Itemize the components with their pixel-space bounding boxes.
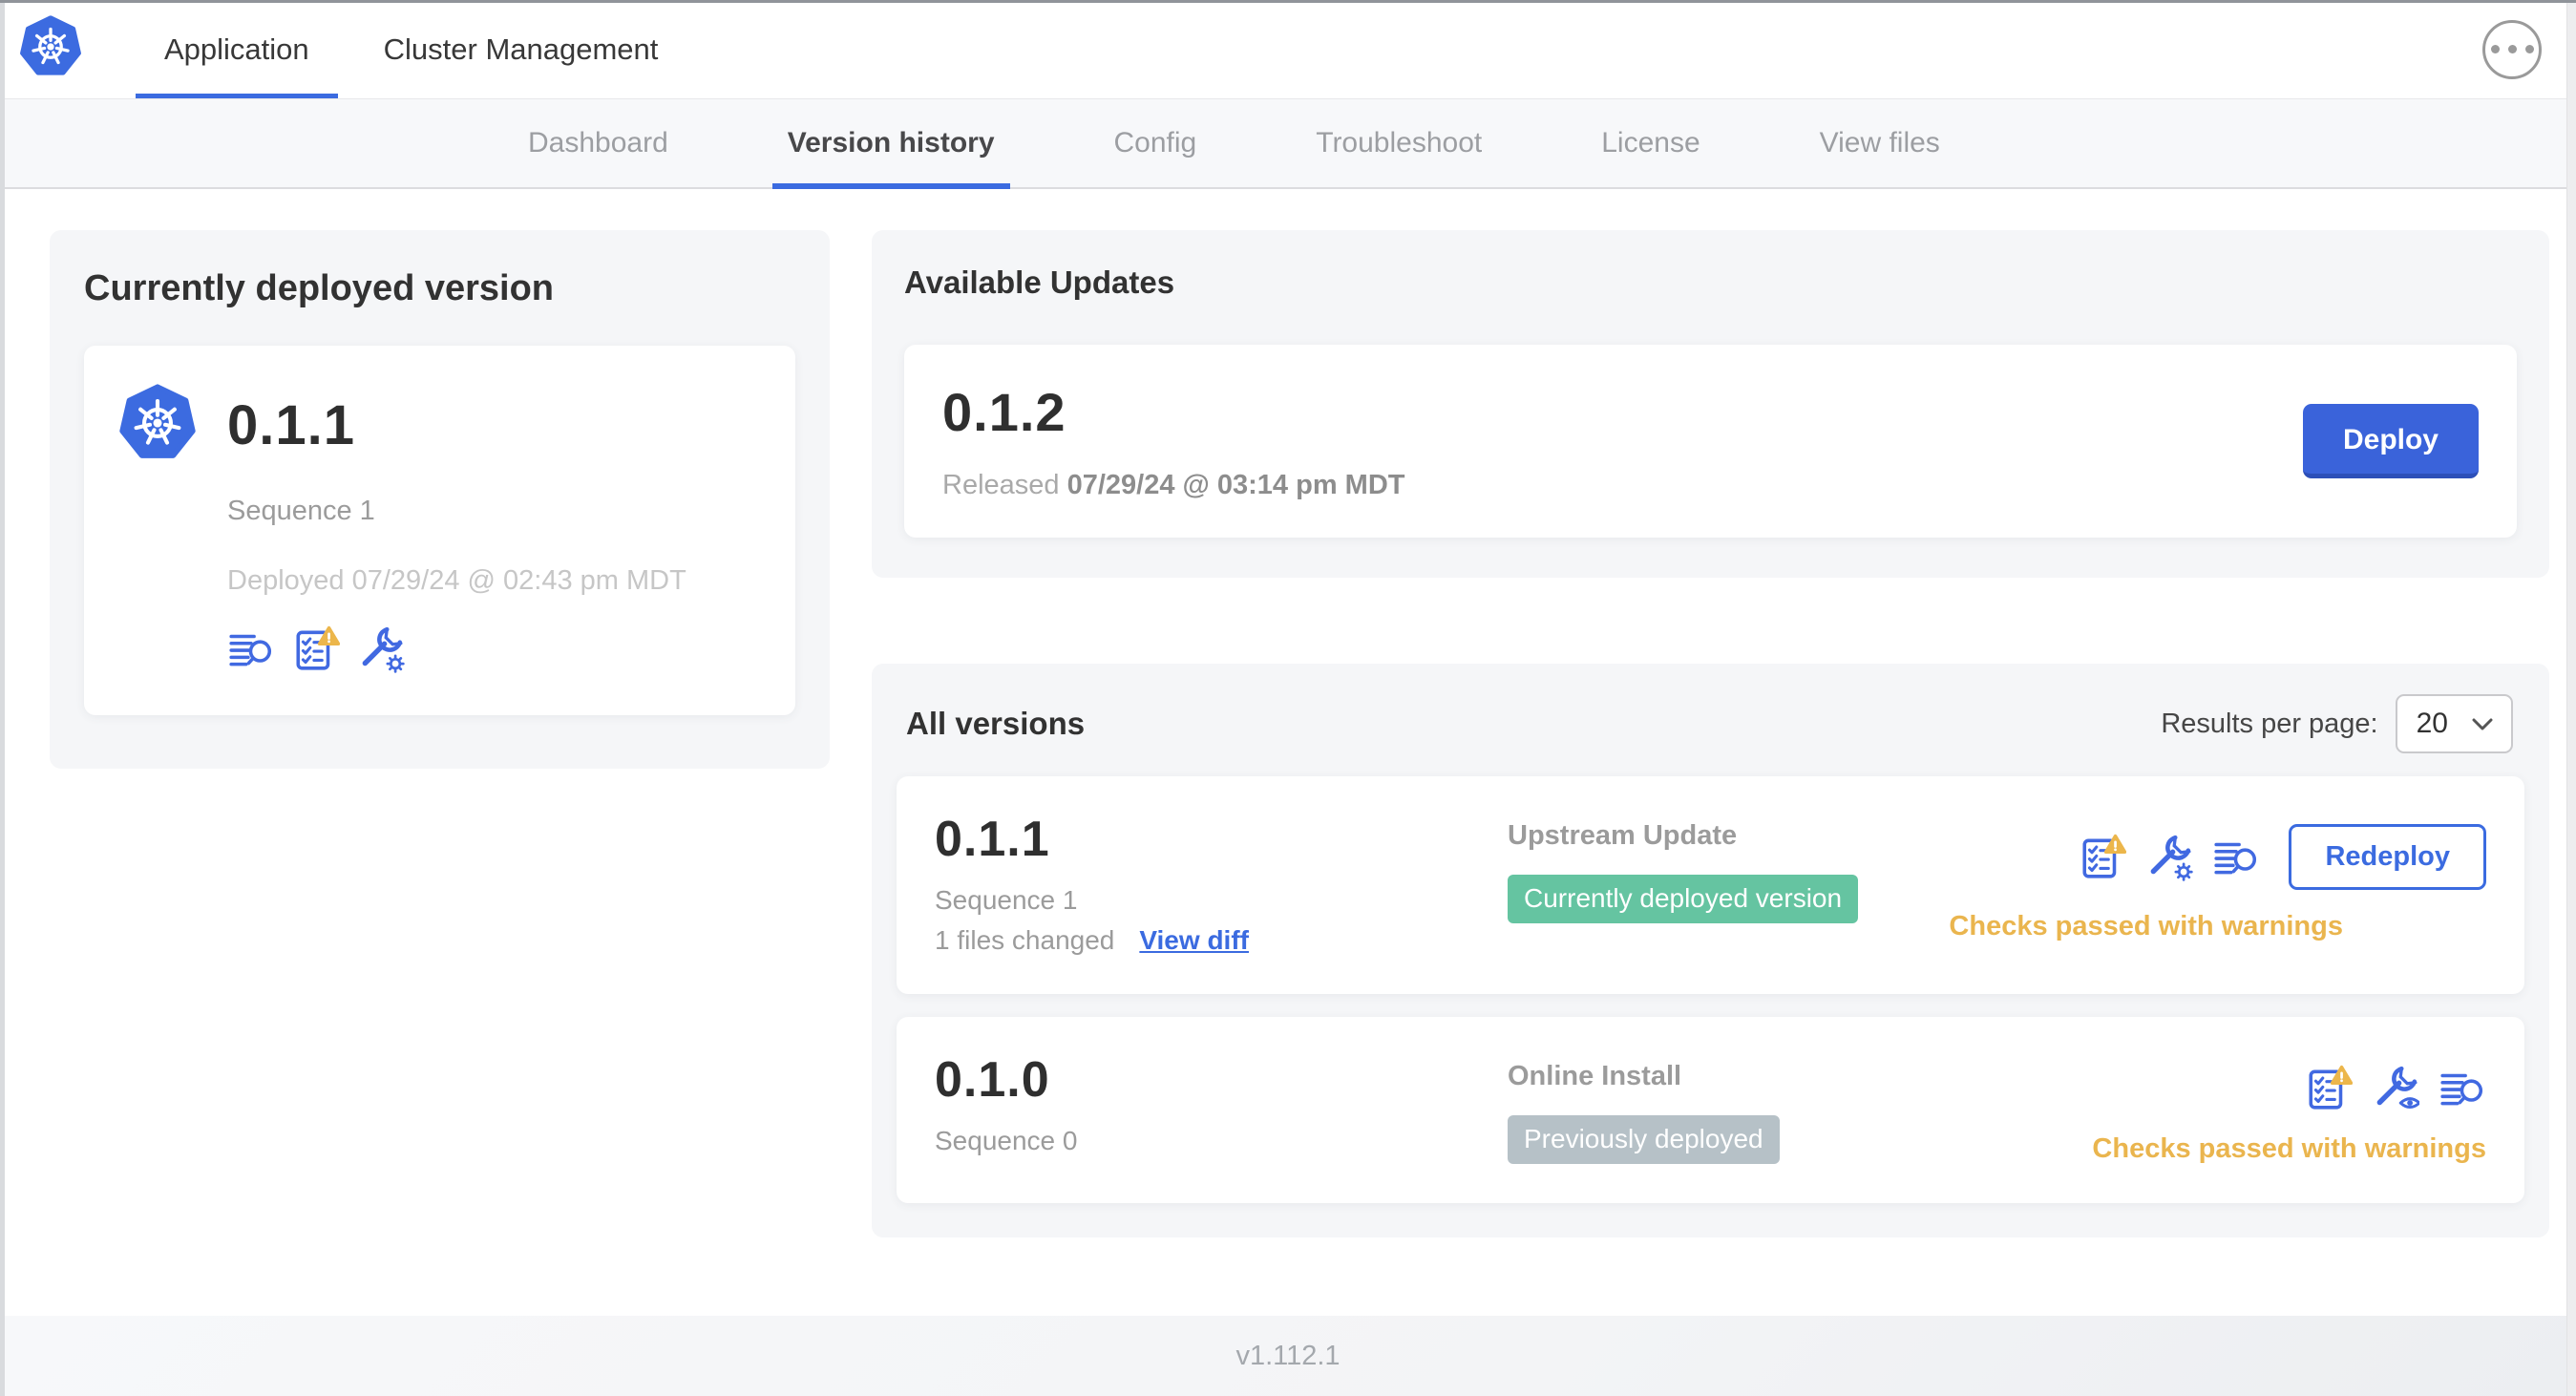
current-version-actions [227, 625, 761, 673]
current-version-title: Currently deployed version [84, 268, 555, 308]
version-row-0-1-0: 0.1.0 Sequence 0 Online Install Previous… [897, 1017, 2524, 1203]
available-updates-title: Available Updates [904, 264, 1175, 300]
subnav-tab-license[interactable]: License [1586, 99, 1715, 187]
kubernetes-app-icon [118, 384, 197, 467]
row-files-changed: 1 files changed [935, 925, 1115, 955]
scrollbar[interactable] [2566, 3, 2576, 1396]
edit-config-icon[interactable] [2145, 834, 2194, 881]
preflight-status-text: Checks passed with warnings [1949, 911, 2343, 941]
current-version-card: Currently deployed version 0.1.1 Sequenc… [50, 230, 830, 769]
ellipsis-icon [2490, 45, 2500, 53]
results-per-page-select[interactable]: 20 [2395, 694, 2513, 753]
all-versions-card: All versions Results per page: 20 0.1.1 … [872, 664, 2549, 1237]
current-version-sequence: Sequence 1 [227, 496, 375, 526]
release-notes-icon[interactable] [2212, 834, 2260, 881]
preflight-checks-warning-icon[interactable] [2305, 1065, 2353, 1112]
preflight-checks-warning-icon[interactable] [292, 625, 340, 673]
available-update-row: 0.1.2 Released 07/29/24 @ 03:14 pm MDT D… [904, 345, 2517, 538]
subnav-tab-config[interactable]: Config [1099, 99, 1213, 187]
row-version-number: 0.1.0 [935, 1052, 1050, 1108]
tab-cluster-management[interactable]: Cluster Management [355, 0, 687, 98]
update-version-number: 0.1.2 [942, 382, 1066, 442]
available-updates-card: Available Updates 0.1.2 Released 07/29/2… [872, 230, 2549, 578]
window-top-edge [0, 0, 2576, 3]
redeploy-button[interactable]: Redeploy [2289, 824, 2486, 890]
all-versions-title: All versions [906, 706, 1086, 741]
update-released-date: Released 07/29/24 @ 03:14 pm MDT [942, 470, 1405, 500]
preflight-checks-warning-icon[interactable] [2079, 834, 2127, 881]
current-version-deployed-date: Deployed 07/29/24 @ 02:43 pm MDT [227, 565, 686, 596]
edit-config-icon[interactable] [357, 625, 405, 673]
results-per-page-label: Results per page: [2161, 708, 2378, 739]
subnav-tab-version-history[interactable]: Version history [771, 99, 1010, 189]
current-version-number: 0.1.1 [227, 394, 355, 456]
view-diff-link[interactable]: View diff [1139, 925, 1249, 956]
main-nav-tabs: Application Cluster Management [136, 0, 686, 98]
previously-deployed-badge: Previously deployed [1508, 1115, 1780, 1164]
tab-cluster-management-label: Cluster Management [383, 32, 659, 66]
deploy-button[interactable]: Deploy [2302, 404, 2479, 478]
tab-application-label: Application [164, 32, 309, 66]
view-config-icon[interactable] [2372, 1065, 2419, 1112]
subnav-tab-troubleshoot[interactable]: Troubleshoot [1300, 99, 1497, 187]
app-subnav: Dashboard Version history Config Trouble… [0, 99, 2576, 189]
row-source-label: Upstream Update [1508, 820, 1738, 851]
subnav-tab-view-files[interactable]: View files [1805, 99, 1955, 187]
preflight-status-text: Checks passed with warnings [2092, 1133, 2486, 1164]
row-source-label: Online Install [1508, 1061, 1682, 1091]
release-notes-icon[interactable] [227, 625, 275, 673]
row-sequence: Sequence 1 [935, 885, 1078, 915]
overflow-menu-button[interactable] [2482, 19, 2542, 79]
app-manager-version: v1.112.1 [1235, 1340, 1341, 1371]
currently-deployed-badge: Currently deployed version [1508, 875, 1859, 923]
window-left-edge [0, 0, 5, 1396]
row-version-number: 0.1.1 [935, 812, 1050, 867]
app-logo [19, 0, 82, 98]
kubernetes-logo-icon [19, 15, 82, 83]
tab-application[interactable]: Application [136, 0, 338, 98]
current-version-section: Currently deployed version 0.1.1 Sequenc… [50, 230, 830, 769]
version-history-page: Currently deployed version 0.1.1 Sequenc… [0, 189, 2576, 1237]
versions-section: Available Updates 0.1.2 Released 07/29/2… [872, 230, 2549, 1237]
release-notes-icon[interactable] [2439, 1065, 2486, 1112]
current-version-inner-card: 0.1.1 Sequence 1 Deployed 07/29/24 @ 02:… [84, 346, 795, 715]
footer: v1.112.1 [0, 1316, 2576, 1396]
top-nav-bar: Application Cluster Management [0, 0, 2576, 99]
chevron-down-icon [2471, 708, 2494, 740]
results-per-page-value: 20 [2416, 708, 2448, 739]
version-row-0-1-1: 0.1.1 Sequence 1 1 files changed View di… [897, 776, 2524, 994]
all-versions-header: All versions Results per page: 20 [906, 694, 2513, 753]
row-sequence: Sequence 0 [935, 1126, 1078, 1155]
subnav-tab-dashboard[interactable]: Dashboard [513, 99, 684, 187]
